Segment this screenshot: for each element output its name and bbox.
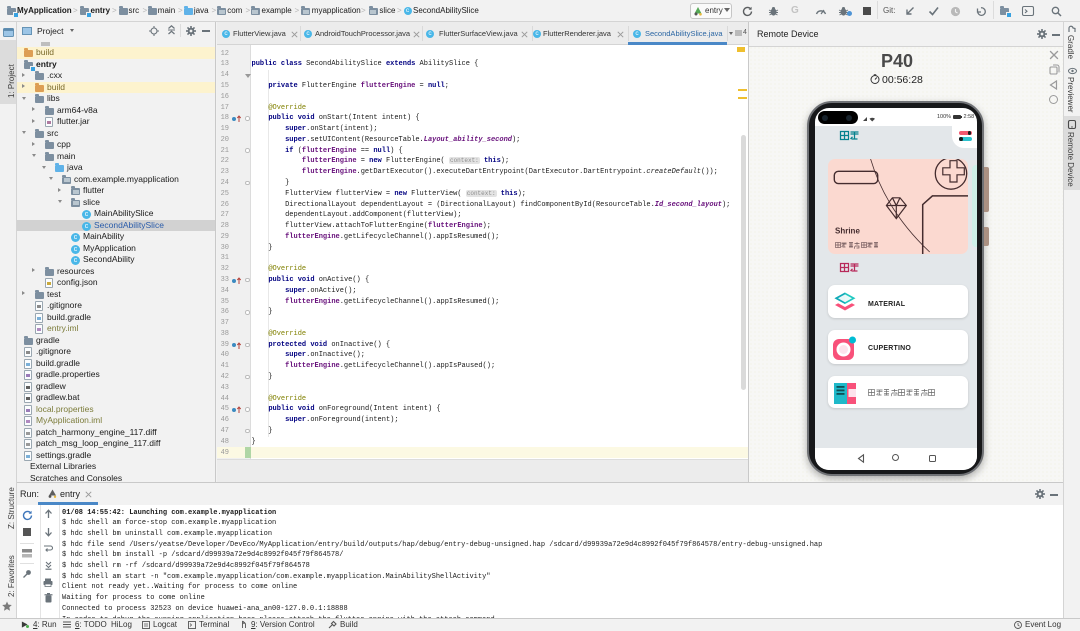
svg-text:Shrine: Shrine <box>835 227 860 236</box>
